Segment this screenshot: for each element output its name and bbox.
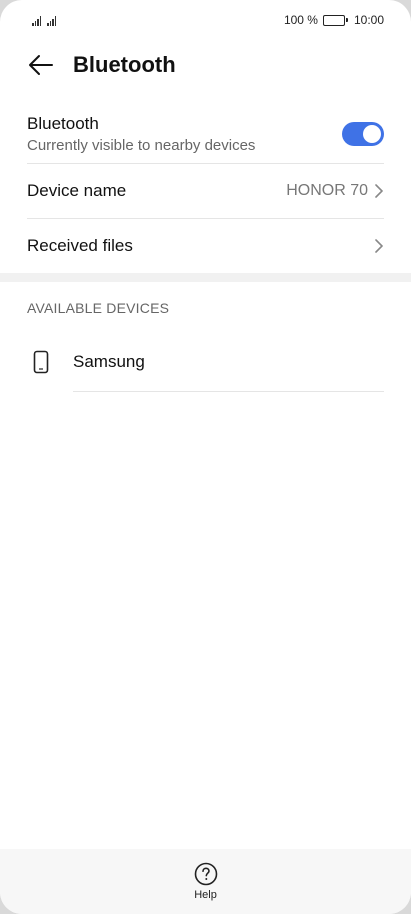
bluetooth-toggle[interactable] [342, 122, 384, 146]
app-bar: Bluetooth [0, 40, 411, 90]
bluetooth-visibility-status: Currently visible to nearby devices [27, 137, 256, 154]
chevron-right-icon [374, 183, 384, 199]
phone-icon [27, 350, 55, 374]
bluetooth-setting-row[interactable]: Bluetooth Currently visible to nearby de… [27, 104, 384, 164]
device-item-samsung[interactable]: Samsung [27, 334, 384, 390]
signal-strength-icon [32, 16, 41, 26]
received-files-label: Received files [27, 236, 133, 255]
device-name-row[interactable]: Device name HONOR 70 [27, 164, 384, 218]
bluetooth-label: Bluetooth [27, 114, 99, 133]
arrow-left-icon [29, 55, 53, 75]
help-button[interactable]: Help [194, 862, 218, 901]
battery-icon [322, 14, 348, 26]
section-separator [0, 273, 411, 282]
help-icon [194, 862, 217, 886]
clock: 10:00 [353, 13, 384, 27]
status-right: 100 % 10:00 [284, 13, 384, 27]
status-bar: 100 % 10:00 [0, 0, 411, 40]
device-name-label: Device name [27, 181, 127, 200]
divider [73, 391, 384, 392]
bottom-action-bar: Help [0, 849, 411, 914]
battery-percent: 100 % [283, 13, 318, 27]
received-files-row[interactable]: Received files [27, 219, 384, 273]
device-item-label: Samsung [73, 352, 145, 371]
available-devices-heading: AVAILABLE DEVICES [27, 300, 170, 316]
help-label: Help [194, 889, 217, 901]
back-button[interactable] [27, 51, 55, 79]
device-name-value: HONOR 70 [286, 182, 368, 199]
phone-screen: 100 % 10:00 Bluetooth Bluetooth Currentl… [0, 0, 411, 914]
toggle-knob [363, 125, 381, 143]
page-title: Bluetooth [73, 52, 176, 77]
chevron-right-icon [374, 238, 384, 254]
signal-indicators [32, 14, 56, 26]
signal-strength-icon [47, 16, 56, 26]
